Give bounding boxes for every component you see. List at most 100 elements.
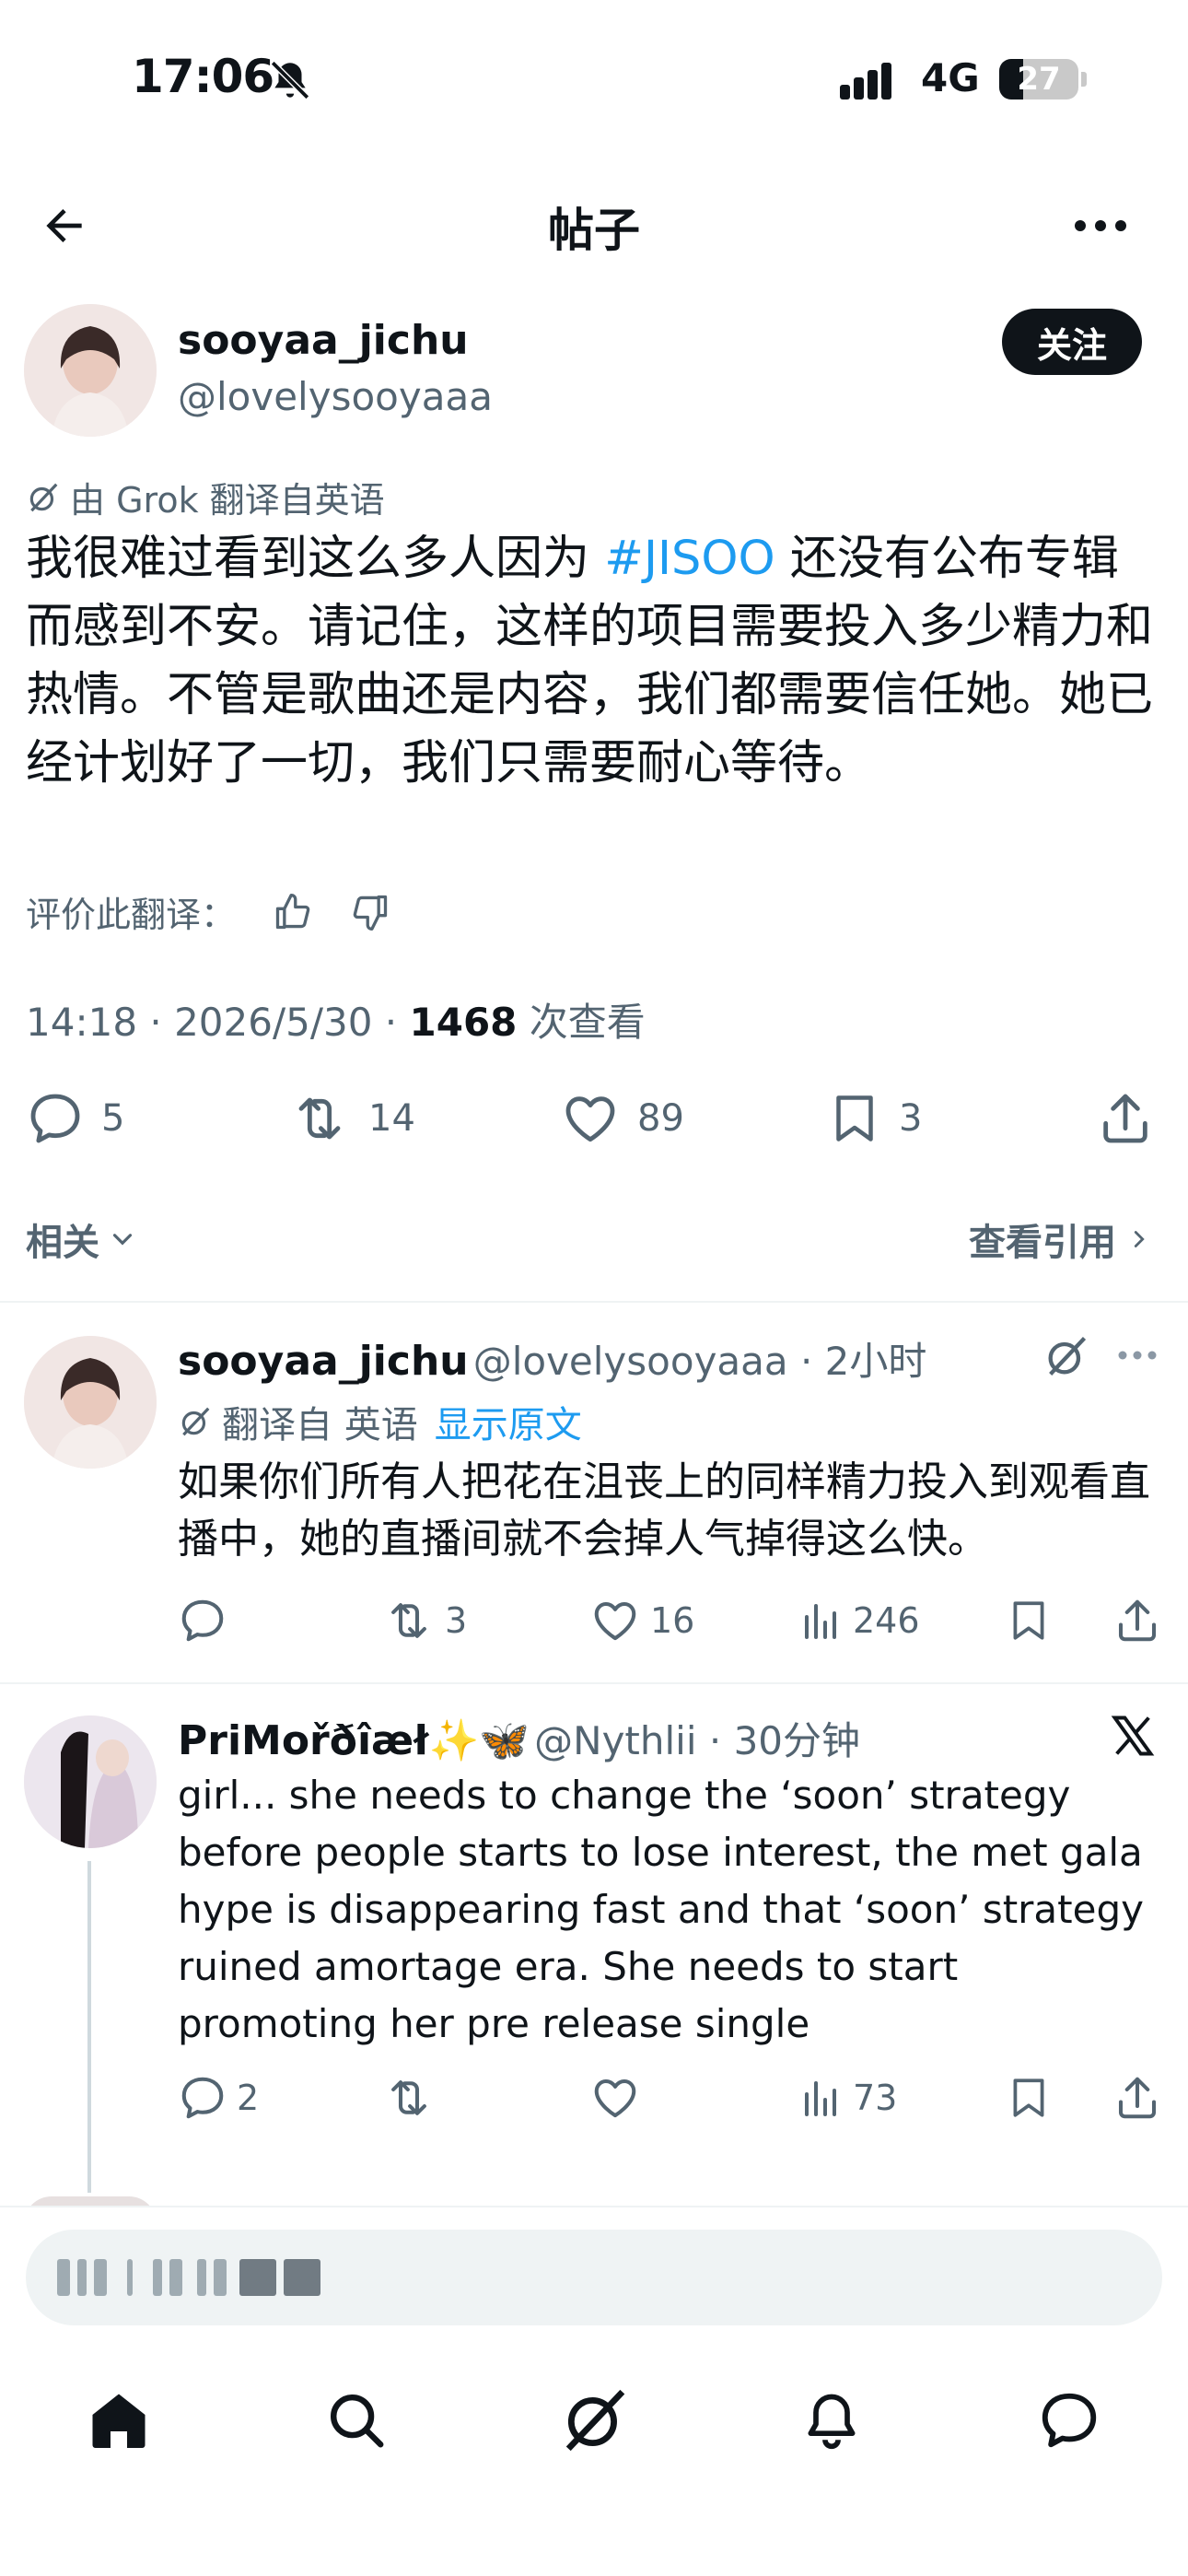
tab-notifications[interactable] [790,2379,873,2462]
tab-search[interactable] [315,2379,398,2462]
battery-icon: 27 [999,59,1078,100]
views-icon [805,1604,836,1639]
related-label: 相关 [26,1222,99,1264]
grok-icon [181,1407,210,1436]
reply-button[interactable]: 2 [178,2073,259,2123]
bookmark-icon [1013,2078,1044,2117]
notifications-icon [808,2394,856,2450]
x-logo-icon [1111,1715,1155,1756]
divider [0,1301,1188,1303]
bookmark-button[interactable] [1006,1596,1052,1645]
repost-button[interactable] [382,2073,436,2123]
bookmark-button[interactable]: 3 [827,1089,922,1148]
grok-tab-icon [565,2389,625,2452]
repost-icon [391,2080,426,2115]
reply-author-handle[interactable]: @lovelysooyaaa · 2小时 [473,1339,927,1384]
views-count: 246 [853,1600,920,1641]
chevron-right-icon [1134,1231,1145,1247]
bookmark-count: 3 [899,1097,923,1140]
rate-translation-row: 评价此翻译： [26,886,390,937]
like-button[interactable]: 89 [560,1089,684,1148]
rate-translation-label: 评价此翻译： [26,895,237,935]
avatar[interactable] [24,1715,157,1848]
like-button[interactable] [589,2073,641,2123]
views-icon [805,2081,836,2116]
translation-note[interactable]: 由 Grok 翻译自英语 [26,472,385,522]
tab-grok[interactable] [553,2379,635,2462]
reply-text: 如果你们所有人把花在沮丧上的同样精力投入到观看直播中，她的直播间就不会掉人气掉得… [178,1458,1150,1563]
post-text-part: 我很难过看到这么多人因为 [26,532,605,586]
reply-header: sooyaa_jichu @lovelysooyaaa · 2小时 [178,1330,926,1387]
related-dropdown[interactable]: 相关 [26,1212,138,1266]
like-icon [594,2078,636,2118]
reply-count: 5 [101,1097,125,1140]
share-icon [1118,1599,1157,1642]
like-icon [594,1601,636,1641]
reply-text: girl... she needs to change the ‘soon’ s… [178,1773,1144,2046]
repost-icon [298,1097,341,1140]
share-button[interactable] [1096,1089,1155,1148]
hashtag-link[interactable]: #JISOO [604,532,775,586]
reply-author-name[interactable]: PriMořðîæł✨🦋 [178,1717,530,1764]
show-original-link[interactable]: 显示原文 [435,1395,582,1448]
reply-author-name[interactable]: sooyaa_jichu [178,1338,469,1385]
like-count: 89 [637,1097,684,1140]
post-time: 14:18 · 2026/5/30 · [26,1000,410,1045]
battery-tip [1081,72,1087,87]
divider [0,1682,1188,1684]
bookmark-button[interactable] [1006,2073,1052,2123]
translation-note-text: 由 Grok 翻译自英语 [70,480,385,521]
reply-button[interactable]: 5 [26,1089,124,1148]
repost-button[interactable]: 3 [382,1596,467,1645]
repost-button[interactable]: 14 [287,1089,415,1148]
author-handle[interactable]: @lovelysooyaaa [178,374,493,419]
repost-icon [391,1603,426,1638]
tab-messages[interactable] [1028,2379,1111,2462]
reply-icon [30,1094,80,1143]
post-text: 我很难过看到这么多人因为 #JISOO 还没有公布专辑而感到不安。请记住，这样的… [26,525,1159,798]
status-time: 17:06 [132,50,274,103]
bookmark-icon [836,1095,873,1142]
thread-line [87,1861,91,2193]
like-button[interactable]: 16 [589,1596,694,1645]
reply-count: 2 [237,2078,260,2118]
thumbs-down-icon[interactable] [350,892,390,932]
avatar[interactable] [24,304,157,437]
reply-icon [181,2077,224,2119]
chevron-down-icon [112,1234,133,1246]
more-icon[interactable] [1116,1349,1159,1362]
repost-count: 14 [368,1097,415,1140]
reply-button[interactable] [178,1596,227,1645]
views-count: 73 [853,2078,898,2118]
bookmark-icon [1013,1601,1044,1640]
reply-author-handle[interactable]: @Nythlii · 30分钟 [534,1718,860,1763]
view-count: 1468 [409,1000,518,1045]
grok-icon [29,483,58,511]
reply-header: PriMořðîæł✨🦋 @Nythlii · 30分钟 [178,1710,860,1766]
share-button[interactable] [1112,1596,1162,1645]
view-quotes-label: 查看引用 [969,1222,1116,1264]
grok-icon[interactable] [1042,1332,1090,1380]
reply-icon [181,1599,224,1642]
view-quotes-link[interactable]: 查看引用 [969,1212,1153,1266]
more-button[interactable] [1059,189,1142,263]
post-meta: 14:18 · 2026/5/30 · 1468 次查看 [26,991,646,1048]
reply-translation-note: 翻译自 英语 显示原文 [178,1395,582,1448]
view-label: 次查看 [517,1000,646,1045]
reply-translation-label: 翻译自 英语 [222,1404,418,1446]
author-name[interactable]: sooyaa_jichu [178,317,469,364]
share-icon [1118,2077,1157,2119]
like-icon [565,1096,615,1142]
home-icon [92,2394,146,2448]
follow-button[interactable]: 关注 [1002,309,1142,375]
reply-input-placeholder-obscured [57,2259,320,2296]
share-button[interactable] [1112,2073,1162,2123]
avatar[interactable] [24,1336,157,1469]
views-button[interactable]: 246 [799,1596,920,1645]
tab-home[interactable] [77,2379,160,2462]
like-count: 16 [650,1600,695,1641]
thumbs-up-icon[interactable] [273,892,313,932]
views-button[interactable]: 73 [799,2073,897,2123]
search-icon [331,2395,384,2448]
page-title: 帖子 [548,204,640,257]
